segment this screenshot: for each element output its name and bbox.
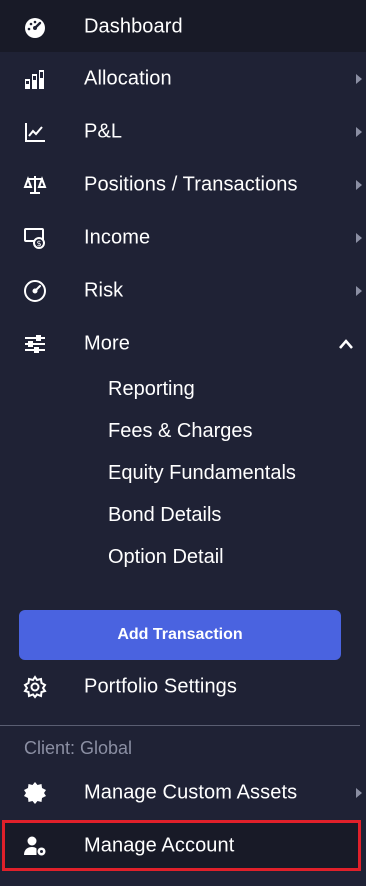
nav-manage-custom-assets-label: Manage Custom Assets [84,781,298,803]
nav-positions-label: Positions / Transactions [84,173,298,195]
chevron-up-icon [339,338,353,349]
scale-icon [22,172,48,198]
chevron-right-icon [356,285,362,296]
nav-more[interactable]: More [0,317,366,370]
submenu-option-detail[interactable]: Option Detail [108,546,224,569]
bar-chart-icon [22,66,48,92]
chevron-right-icon [356,232,362,243]
add-transaction-button[interactable]: Add Transaction [19,610,341,660]
nav-risk-label: Risk [84,279,124,301]
nav-pnl[interactable]: P&L [0,105,366,158]
nav-manage-account[interactable]: Manage Account [0,819,366,872]
badge-icon [22,780,48,806]
chevron-right-icon [356,73,362,84]
nav-manage-custom-assets[interactable]: Manage Custom Assets [0,766,366,819]
chevron-right-icon [356,787,362,798]
nav-manage-account-label: Manage Account [84,834,235,856]
client-label: Client: Global [24,738,133,758]
line-chart-icon [22,119,48,145]
gauge-icon [22,278,48,304]
nav-dashboard-label: Dashboard [84,15,183,37]
nav-pnl-label: P&L [84,120,123,142]
submenu-fees-charges[interactable]: Fees & Charges [108,420,253,443]
nav-dashboard[interactable]: Dashboard [0,0,366,53]
nav-portfolio-settings[interactable]: Portfolio Settings [0,660,366,713]
nav-allocation[interactable]: Allocation [0,52,366,105]
nav-positions-transactions[interactable]: Positions / Transactions [0,158,366,211]
sidebar: Dashboard Allocation P&L Positions / Tra… [0,0,366,886]
nav-income-label: Income [84,226,151,248]
divider [0,725,360,726]
nav-allocation-label: Allocation [84,67,172,89]
nav-income[interactable]: $ Income [0,211,366,264]
gear-icon [22,674,48,700]
sliders-icon [22,331,48,357]
submenu-equity-fundamentals[interactable]: Equity Fundamentals [108,462,296,485]
submenu-reporting[interactable]: Reporting [108,378,195,401]
speedometer-icon [22,14,48,40]
user-settings-icon [22,833,48,859]
chevron-right-icon [356,126,362,137]
submenu-bond-details[interactable]: Bond Details [108,504,221,527]
chevron-right-icon [356,179,362,190]
nav-risk[interactable]: Risk [0,264,366,317]
money-icon: $ [22,225,48,251]
nav-portfolio-settings-label: Portfolio Settings [84,675,237,697]
nav-more-label: More [84,332,130,354]
svg-text:$: $ [36,239,41,248]
